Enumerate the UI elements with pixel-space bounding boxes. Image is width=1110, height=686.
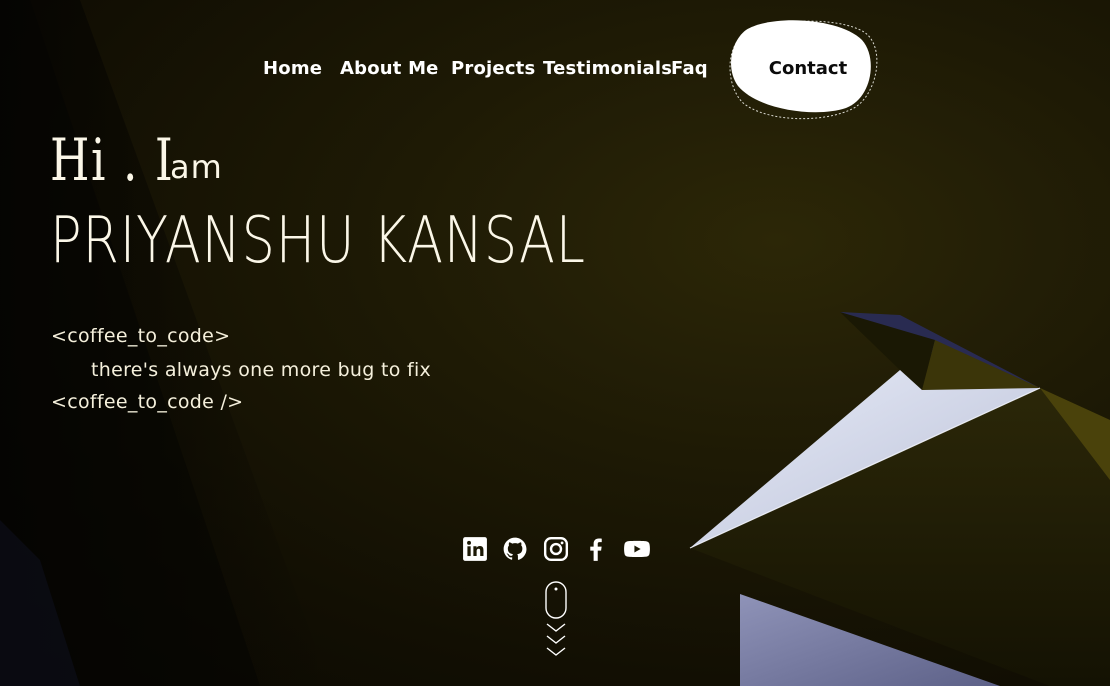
github-icon[interactable] bbox=[502, 536, 528, 562]
nav-faq-link[interactable]: Faq bbox=[671, 58, 708, 79]
contact-button[interactable]: Contact bbox=[728, 14, 878, 124]
greeting: Hi . I am bbox=[50, 126, 222, 194]
main-nav: Home About Me Projects Testimonials Faq … bbox=[0, 0, 1110, 140]
greeting-hi-text: Hi . I bbox=[50, 126, 175, 194]
contact-label: Contact bbox=[768, 58, 848, 79]
chevron-down-icon bbox=[546, 623, 566, 632]
chevron-down-icon bbox=[546, 635, 566, 644]
nav-projects-link[interactable]: Projects bbox=[451, 58, 535, 79]
nav-testimonials-link[interactable]: Testimonials bbox=[543, 58, 672, 79]
hero-name: PRIYANSHU KANSAL bbox=[50, 204, 586, 278]
linkedin-icon[interactable] bbox=[462, 536, 488, 562]
chevron-down-icon bbox=[546, 647, 566, 656]
mouse-icon bbox=[545, 581, 567, 619]
code-open-tag: <coffee_to_code> bbox=[51, 325, 231, 347]
hero-page: Home About Me Projects Testimonials Faq … bbox=[0, 0, 1110, 686]
nav-home-link[interactable]: Home bbox=[263, 58, 322, 79]
instagram-icon[interactable] bbox=[543, 536, 569, 562]
facebook-icon[interactable] bbox=[583, 536, 609, 562]
nav-about-link[interactable]: About Me bbox=[340, 58, 439, 79]
youtube-icon[interactable] bbox=[623, 536, 651, 562]
scroll-down-indicator[interactable] bbox=[540, 578, 572, 666]
greeting-am-text: am bbox=[170, 148, 223, 186]
code-close-tag: <coffee_to_code /> bbox=[51, 391, 244, 413]
code-body-text: there's always one more bug to fix bbox=[91, 359, 432, 381]
